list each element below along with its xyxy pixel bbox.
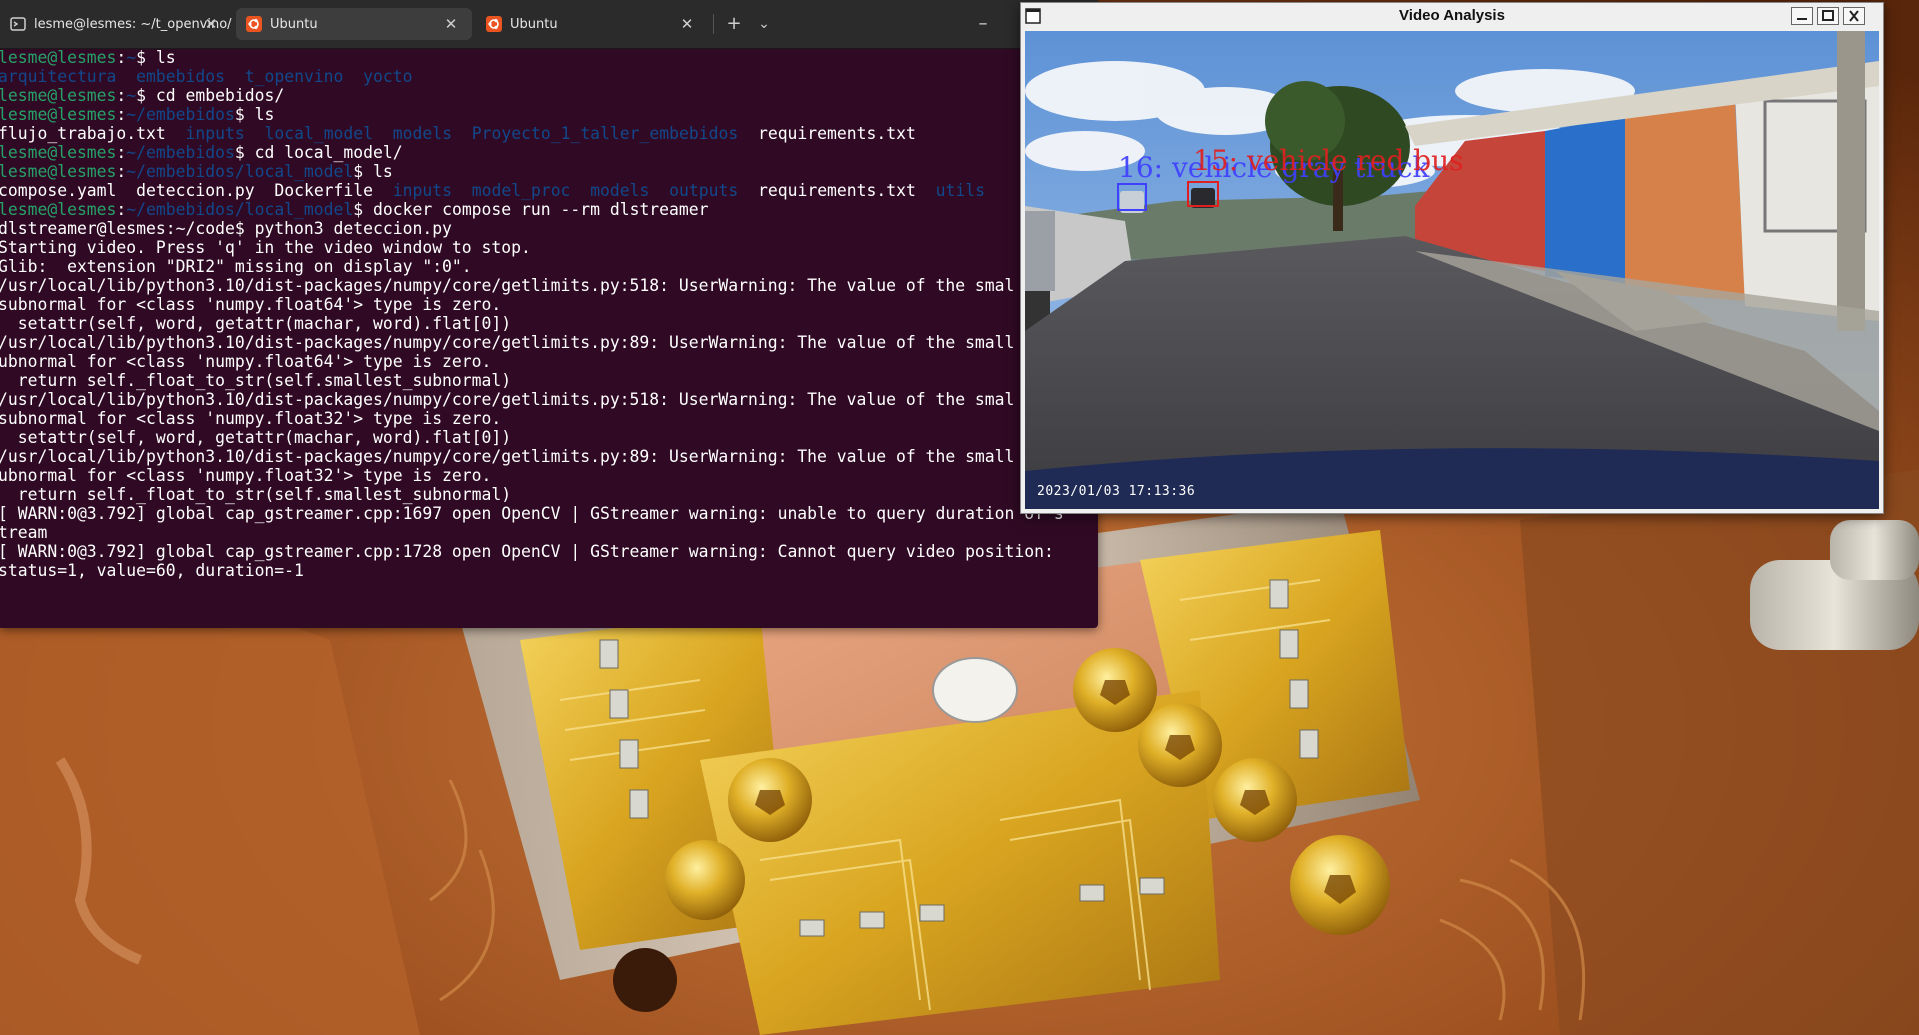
- tab-separator: [713, 14, 714, 34]
- terminal-tab-bar: lesme@lesmes: ~/t_openvino/ ✕ Ubuntu ✕ U…: [0, 0, 1098, 49]
- video-timestamp: 2023/01/03 17:13:36: [1037, 484, 1196, 499]
- terminal-line: lesme@lesmes:~$ cd embebidos/: [0, 86, 285, 105]
- detection-label-bus: 15: vehicle red bus: [1193, 144, 1464, 177]
- terminal-window[interactable]: lesme@lesmes: ~/t_openvino/ ✕ Ubuntu ✕ U…: [0, 0, 1098, 628]
- close-tab-icon[interactable]: ✕: [202, 15, 220, 33]
- terminal-line: /usr/local/lib/python3.10/dist-packages/…: [0, 276, 1015, 295]
- terminal-line: return self._float_to_str(self.smallest_…: [0, 485, 512, 504]
- terminal-line: lesme@lesmes:~/embebidos/local_model$ do…: [0, 200, 709, 219]
- terminal-line: Glib: extension "DRI2" missing on displa…: [0, 257, 472, 276]
- maximize-button[interactable]: [1817, 7, 1839, 25]
- terminal-line: arquitectura embebidos t_openvino yocto: [0, 67, 413, 86]
- terminal-line: status=1, value=60, duration=-1: [0, 561, 304, 580]
- terminal-line: lesme@lesmes:~$ ls: [0, 48, 176, 67]
- terminal-line: lesme@lesmes:~/embebidos$ ls: [0, 105, 275, 124]
- ubuntu-icon: [486, 16, 502, 32]
- tab-label: Ubuntu: [270, 16, 318, 32]
- terminal-line: [ WARN:0@3.792] global cap_gstreamer.cpp…: [0, 504, 1064, 523]
- terminal-line: subnormal for <class 'numpy.float32'> ty…: [0, 409, 502, 428]
- close-tab-icon[interactable]: ✕: [678, 15, 696, 33]
- terminal-line: ubnormal for <class 'numpy.float64'> typ…: [0, 352, 492, 371]
- terminal-line: flujo_trabajo.txt inputs local_model mod…: [0, 124, 916, 143]
- terminal-line: /usr/local/lib/python3.10/dist-packages/…: [0, 390, 1015, 409]
- tab-openvino[interactable]: lesme@lesmes: ~/t_openvino/ ✕: [0, 8, 232, 40]
- terminal-line: lesme@lesmes:~/embebidos/local_model$ ls: [0, 162, 393, 181]
- terminal-icon: [10, 17, 26, 31]
- tab-ubuntu-active[interactable]: Ubuntu ✕: [236, 8, 472, 40]
- street-scene: [1025, 31, 1879, 509]
- terminal-line: [ WARN:0@3.792] global cap_gstreamer.cpp…: [0, 542, 1054, 561]
- terminal-line: /usr/local/lib/python3.10/dist-packages/…: [0, 447, 1015, 466]
- minimize-button[interactable]: [1791, 7, 1813, 25]
- video-analysis-window[interactable]: Video Analysis 16: vehicle gray truck 15…: [1020, 2, 1884, 514]
- window-titlebar[interactable]: Video Analysis: [1021, 3, 1883, 29]
- terminal-line: subnormal for <class 'numpy.float64'> ty…: [0, 295, 502, 314]
- terminal-line: setattr(self, word, getattr(machar, word…: [0, 428, 512, 447]
- terminal-line: /usr/local/lib/python3.10/dist-packages/…: [0, 333, 1015, 352]
- terminal-line: tream: [0, 523, 48, 542]
- terminal-line: Starting video. Press 'q' in the video w…: [0, 238, 531, 257]
- minimize-button[interactable]: –: [970, 12, 996, 36]
- minimize-icon: [1797, 18, 1807, 20]
- ubuntu-icon: [246, 16, 262, 32]
- tab-ubuntu[interactable]: Ubuntu ✕: [476, 8, 708, 40]
- window-title: Video Analysis: [1399, 7, 1505, 24]
- terminal-line: setattr(self, word, getattr(machar, word…: [0, 314, 512, 333]
- terminal-line: dlstreamer@lesmes:~/code$ python3 detecc…: [0, 219, 452, 238]
- close-icon: [1849, 10, 1859, 22]
- close-button[interactable]: [1843, 7, 1865, 25]
- new-tab-button[interactable]: +: [721, 12, 747, 36]
- terminal-line: return self._float_to_str(self.smallest_…: [0, 371, 512, 390]
- detection-box-bus: [1187, 181, 1219, 207]
- terminal-output[interactable]: lesme@lesmes:~$ ls arquitectura embebido…: [0, 48, 1064, 580]
- video-frame[interactable]: 16: vehicle gray truck 15: vehicle red b…: [1025, 31, 1879, 509]
- tab-label: Ubuntu: [510, 16, 558, 32]
- maximize-icon: [1822, 10, 1834, 21]
- terminal-line: ubnormal for <class 'numpy.float32'> typ…: [0, 466, 492, 485]
- tab-menu-button[interactable]: ⌄: [751, 12, 777, 36]
- close-tab-icon[interactable]: ✕: [442, 15, 460, 33]
- detection-box-truck: [1117, 183, 1147, 211]
- terminal-line: lesme@lesmes:~/embebidos$ cd local_model…: [0, 143, 403, 162]
- terminal-line: compose.yaml deteccion.py Dockerfile inp…: [0, 181, 985, 200]
